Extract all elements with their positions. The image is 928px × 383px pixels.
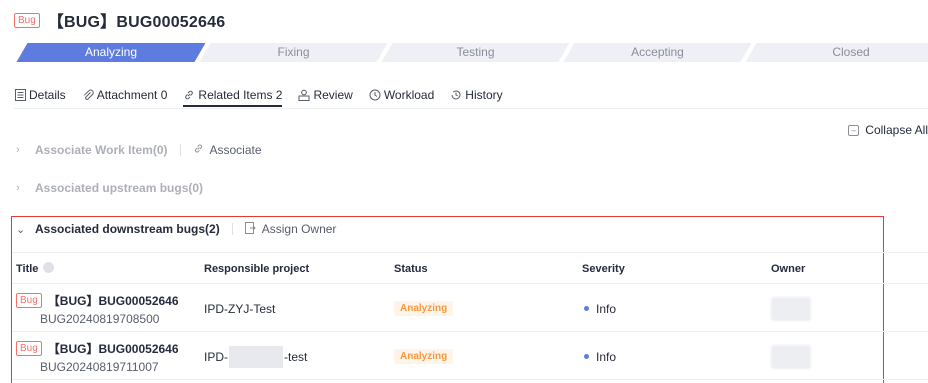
tab-related-items[interactable]: Related Items 2: [183, 84, 283, 107]
status-badge: Analyzing: [394, 301, 454, 316]
assign-icon: [244, 221, 256, 237]
status-cell: Analyzing: [394, 333, 454, 380]
assign-owner-label: Assign Owner: [261, 222, 337, 236]
tab-history[interactable]: History: [450, 84, 503, 106]
tab-label: Review: [313, 88, 353, 102]
link-icon: [193, 143, 204, 157]
column-severity[interactable]: Severity: [582, 253, 625, 285]
tab-label: History: [465, 88, 503, 102]
table-header: Title Responsible project Status Severit…: [12, 252, 928, 284]
link-icon: [183, 89, 195, 101]
owner-cell[interactable]: [771, 285, 811, 332]
redacted-text: [229, 345, 283, 368]
responsible-project: IPD- -test: [204, 333, 307, 380]
bug-title-cell[interactable]: Bug 【BUG】BUG00052646 BUG20240819708500: [16, 285, 179, 332]
review-icon: [298, 89, 310, 101]
status-cell: Analyzing: [394, 285, 454, 332]
column-title[interactable]: Title: [16, 253, 55, 285]
tab-label: Related Items 2: [198, 88, 283, 102]
bug-type-tag: Bug: [14, 12, 40, 28]
associate-label: Associate: [209, 143, 262, 157]
tab-label: Details: [29, 88, 66, 102]
paperclip-icon: [82, 89, 94, 101]
column-owner[interactable]: Owner: [771, 253, 805, 285]
assign-owner-button[interactable]: Assign Owner: [244, 221, 337, 237]
tab-label: Workload: [383, 88, 435, 102]
collapse-all-button[interactable]: – Collapse All: [848, 123, 928, 137]
help-icon[interactable]: [43, 262, 55, 273]
step-closed[interactable]: Closed: [745, 43, 928, 62]
bug-type-tag: Bug: [16, 340, 42, 356]
avatar: [771, 344, 811, 369]
collapse-all-label: Collapse All: [865, 123, 928, 137]
status-stepper: Analyzing Fixing Testing Accepting Close…: [16, 43, 928, 62]
bug-title-cell[interactable]: Bug 【BUG】BUG00052646 BUG20240819711007: [16, 333, 179, 380]
tab-label: Attachment 0: [96, 88, 168, 102]
bug-title[interactable]: 【BUG】BUG00052646: [48, 340, 179, 357]
column-status[interactable]: Status: [394, 253, 428, 285]
avatar: [771, 296, 811, 321]
tab-workload[interactable]: Workload: [369, 84, 434, 106]
severity-dot-icon: [584, 354, 589, 359]
bug-type-tag: Bug: [16, 292, 42, 308]
tab-details[interactable]: Details: [14, 84, 66, 106]
tab-review[interactable]: Review: [298, 84, 353, 106]
associate-button[interactable]: Associate: [193, 143, 262, 157]
severity-cell: Info: [584, 333, 616, 380]
page-title: 【BUG】BUG00052646: [47, 14, 226, 31]
step-fixing[interactable]: Fixing: [199, 43, 388, 62]
clock-icon: [369, 89, 381, 101]
bug-title[interactable]: 【BUG】BUG00052646: [48, 292, 179, 309]
status-badge: Analyzing: [394, 349, 454, 364]
responsible-project: IPD-ZYJ-Test: [204, 301, 276, 316]
severity-label: Info: [596, 301, 617, 316]
document-icon: [14, 89, 26, 101]
chevron-right-icon: ›: [16, 182, 20, 194]
section-title: Associate Work Item(0): [35, 143, 168, 157]
severity-dot-icon: [584, 306, 589, 311]
divider: [231, 223, 233, 235]
step-analyzing[interactable]: Analyzing: [16, 43, 206, 62]
history-icon: [450, 89, 462, 101]
chevron-down-icon: ⌄: [16, 223, 26, 236]
tabs-divider: [14, 108, 928, 109]
section-downstream-bugs[interactable]: ⌄ Associated downstream bugs(2) Assign O…: [16, 220, 336, 238]
bug-id: BUG20240819711007: [40, 359, 159, 374]
table-row[interactable]: Bug 【BUG】BUG00052646 BUG20240819711007 I…: [12, 333, 928, 380]
step-testing[interactable]: Testing: [381, 43, 570, 62]
collapse-icon: –: [848, 124, 860, 136]
section-title: Associated upstream bugs(0): [35, 181, 204, 195]
divider: [179, 144, 181, 156]
step-accepting[interactable]: Accepting: [563, 43, 752, 62]
severity-cell: Info: [584, 285, 616, 332]
section-associate-work-item[interactable]: › Associate Work Item(0) Associate: [16, 141, 262, 159]
section-title: Associated downstream bugs(2): [35, 222, 220, 236]
chevron-right-icon: ›: [16, 144, 20, 156]
owner-cell[interactable]: [771, 333, 811, 380]
severity-label: Info: [596, 349, 617, 364]
tab-bar: Details Attachment 0 Related Items 2 Rev…: [14, 84, 519, 108]
table-row[interactable]: Bug 【BUG】BUG00052646 BUG20240819708500 I…: [12, 285, 928, 332]
column-responsible-project[interactable]: Responsible project: [204, 253, 309, 285]
bug-id: BUG20240819708500: [40, 311, 160, 326]
section-upstream-bugs[interactable]: › Associated upstream bugs(0): [16, 179, 203, 197]
tab-attachment[interactable]: Attachment 0: [82, 84, 168, 106]
page-header: Bug 【BUG】BUG00052646: [14, 9, 225, 31]
